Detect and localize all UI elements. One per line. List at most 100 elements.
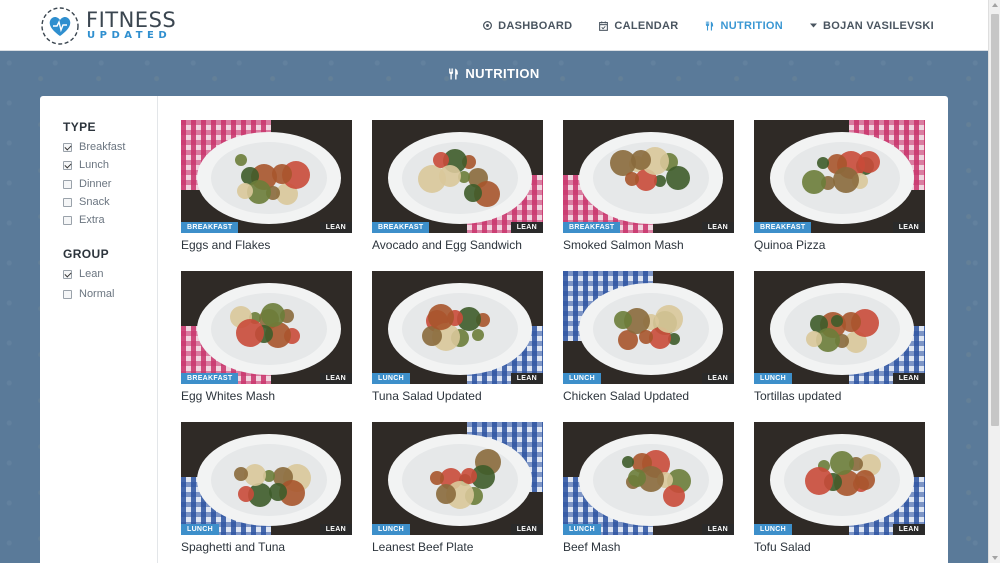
fork-knife-icon — [449, 68, 459, 79]
meal-name[interactable]: Eggs and Flakes — [181, 238, 352, 252]
meal-name[interactable]: Tofu Salad — [754, 540, 925, 554]
meal-card[interactable]: LUNCH LEAN Tofu Salad — [754, 422, 925, 554]
meal-name[interactable]: Smoked Salmon Mash — [563, 238, 734, 252]
filter-lunch[interactable]: Lunch — [63, 159, 109, 171]
filter-extra[interactable]: Extra — [63, 214, 105, 226]
meal-group-badge: LEAN — [701, 524, 734, 535]
meal-type-badge: LUNCH — [754, 373, 792, 384]
meal-name[interactable]: Tuna Salad Updated — [372, 389, 543, 403]
checkbox[interactable] — [63, 179, 72, 189]
user-name: BOJAN VASILEVSKI — [823, 19, 934, 32]
logo-heart-icon — [41, 7, 79, 45]
meal-type-badge: LUNCH — [181, 524, 219, 535]
meal-photo-graphic — [754, 422, 925, 535]
meal-photo-graphic — [754, 120, 925, 233]
filter-label: Breakfast — [79, 141, 126, 153]
meal-photo[interactable]: BREAKFAST LEAN — [181, 271, 352, 384]
meal-type-badge: LUNCH — [372, 524, 410, 535]
meal-photo[interactable]: BREAKFAST LEAN — [563, 120, 734, 233]
caret-down-icon — [810, 23, 818, 28]
filter-snack[interactable]: Snack — [63, 196, 110, 208]
meal-photo[interactable]: LUNCH LEAN — [563, 271, 734, 384]
meal-name[interactable]: Leanest Beef Plate — [372, 540, 543, 554]
filter-sidebar: TYPE Breakfast Lunch Dinner Snack Extra … — [40, 96, 158, 563]
meal-photo[interactable]: LUNCH LEAN — [754, 271, 925, 384]
checkbox[interactable] — [63, 160, 72, 170]
filter-dinner[interactable]: Dinner — [63, 178, 111, 190]
meal-card[interactable]: LUNCH LEAN Leanest Beef Plate — [372, 422, 543, 554]
meal-card[interactable]: BREAKFAST LEAN Quinoa Pizza — [754, 120, 925, 252]
calendar-icon — [599, 21, 609, 31]
meal-photo-graphic — [372, 271, 543, 384]
meal-group-badge: LEAN — [892, 373, 925, 384]
meal-photo-graphic — [563, 271, 734, 384]
fork-knife-icon — [706, 21, 714, 30]
meal-type-badge: LUNCH — [754, 524, 792, 535]
meal-name[interactable]: Spaghetti and Tuna — [181, 540, 352, 554]
meal-photo[interactable]: BREAKFAST LEAN — [181, 120, 352, 233]
meal-card[interactable]: BREAKFAST LEAN Egg Whites Mash — [181, 271, 352, 403]
meal-group-badge: LEAN — [510, 524, 543, 535]
meal-photo[interactable]: BREAKFAST LEAN — [754, 120, 925, 233]
meal-card[interactable]: BREAKFAST LEAN Smoked Salmon Mash — [563, 120, 734, 252]
dashboard-icon — [483, 21, 493, 30]
meal-photo[interactable]: BREAKFAST LEAN — [372, 120, 543, 233]
filter-label: Lean — [79, 268, 104, 280]
scroll-thumb[interactable] — [991, 14, 999, 426]
filter-breakfast[interactable]: Breakfast — [63, 141, 125, 153]
meal-card[interactable]: LUNCH LEAN Tuna Salad Updated — [372, 271, 543, 403]
meal-group-badge: LEAN — [510, 222, 543, 233]
meal-type-badge: BREAKFAST — [754, 222, 812, 233]
meal-group-badge: LEAN — [319, 524, 352, 535]
scroll-down-arrow-icon[interactable] — [992, 556, 998, 560]
user-menu[interactable]: BOJAN VASILEVSKI — [810, 20, 934, 32]
meal-name[interactable]: Tortillas updated — [754, 389, 925, 403]
filter-label: Lunch — [79, 159, 109, 171]
checkbox[interactable] — [63, 289, 72, 299]
meal-group-badge: LEAN — [319, 373, 352, 384]
filter-label: Normal — [79, 288, 115, 300]
meal-photo[interactable]: LUNCH LEAN — [754, 422, 925, 535]
logo-subtitle: UPDATED — [87, 30, 172, 41]
filter-lean[interactable]: Lean — [63, 268, 103, 280]
meal-card[interactable]: LUNCH LEAN Spaghetti and Tuna — [181, 422, 352, 554]
meal-type-badge: BREAKFAST — [181, 373, 239, 384]
meal-photo[interactable]: LUNCH LEAN — [372, 271, 543, 384]
meal-photo-graphic — [754, 271, 925, 384]
meal-type-badge: BREAKFAST — [372, 222, 430, 233]
filter-normal[interactable]: Normal — [63, 288, 114, 300]
nav-dashboard[interactable]: DASHBOARD — [483, 20, 572, 32]
filter-label: Extra — [79, 214, 105, 226]
checkbox[interactable] — [63, 142, 72, 152]
meal-photo[interactable]: LUNCH LEAN — [563, 422, 734, 535]
nav-calendar-label: CALENDAR — [614, 19, 679, 32]
nav-calendar[interactable]: CALENDAR — [599, 20, 678, 32]
meal-name[interactable]: Quinoa Pizza — [754, 238, 925, 252]
meal-name[interactable]: Chicken Salad Updated — [563, 389, 734, 403]
meal-group-badge: LEAN — [510, 373, 543, 384]
meal-type-badge: BREAKFAST — [563, 222, 621, 233]
meal-card[interactable]: BREAKFAST LEAN Eggs and Flakes — [181, 120, 352, 252]
meal-name[interactable]: Beef Mash — [563, 540, 734, 554]
checkbox[interactable] — [63, 197, 72, 207]
checkbox[interactable] — [63, 215, 72, 225]
checkbox[interactable] — [63, 269, 72, 279]
meal-photo[interactable]: LUNCH LEAN — [372, 422, 543, 535]
meal-group-badge: LEAN — [892, 222, 925, 233]
filter-group-title: GROUP — [63, 247, 110, 261]
meal-type-badge: LUNCH — [563, 373, 601, 384]
nav-nutrition[interactable]: NUTRITION — [705, 20, 783, 32]
meal-name[interactable]: Egg Whites Mash — [181, 389, 352, 403]
meal-name[interactable]: Avocado and Egg Sandwich — [372, 238, 543, 252]
meal-card[interactable]: LUNCH LEAN Beef Mash — [563, 422, 734, 554]
meal-card[interactable]: BREAKFAST LEAN Avocado and Egg Sandwich — [372, 120, 543, 252]
logo[interactable]: FITNESS UPDATED — [40, 6, 176, 46]
main-nav: DASHBOARD CALENDAR NUTRITION BOJAN VASIL… — [483, 0, 934, 51]
scrollbar[interactable] — [988, 0, 1000, 563]
meal-photo-graphic — [181, 271, 352, 384]
scroll-up-arrow-icon[interactable] — [992, 3, 998, 7]
meal-photo[interactable]: LUNCH LEAN — [181, 422, 352, 535]
meal-photo-graphic — [181, 422, 352, 535]
meal-card[interactable]: LUNCH LEAN Tortillas updated — [754, 271, 925, 403]
meal-card[interactable]: LUNCH LEAN Chicken Salad Updated — [563, 271, 734, 403]
